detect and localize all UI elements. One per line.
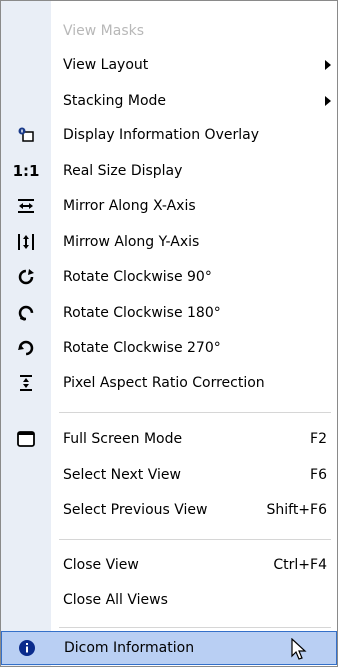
- mirror-x-icon: [1, 188, 51, 224]
- menu-item-label: Select Next View: [63, 467, 181, 483]
- menu-item-label: Rotate Clockwise 90°: [63, 269, 212, 285]
- menu-item-rotate-90[interactable]: Rotate Clockwise 90°: [1, 259, 337, 295]
- context-menu: View Masks View Layout Stacking Mode Dis…: [0, 0, 338, 667]
- menu-item-label: Rotate Clockwise 180°: [63, 305, 221, 321]
- menu-item-full-screen-mode[interactable]: Full Screen Mode F2: [1, 421, 337, 457]
- menu-item-shortcut: Ctrl+F4: [273, 557, 327, 573]
- menu-item-close-all-views[interactable]: Close All Views: [1, 582, 337, 618]
- submenu-arrow-icon: [325, 96, 331, 106]
- menu-separator: [59, 539, 331, 540]
- menu-item-label: Rotate Clockwise 270°: [63, 340, 221, 356]
- full-screen-icon: [1, 421, 51, 457]
- menu-item-dicom-information[interactable]: Dicom Information: [1, 631, 337, 665]
- menu-item-label: Close View: [63, 557, 139, 573]
- menu-item-label: Display Information Overlay: [63, 127, 259, 143]
- aspect-ratio-icon: [1, 365, 51, 401]
- menu-item-display-information-overlay[interactable]: Display Information Overlay: [1, 117, 337, 153]
- menu-item-rotate-180[interactable]: Rotate Clockwise 180°: [1, 295, 337, 331]
- submenu-arrow-icon: [325, 60, 331, 70]
- menu-item-close-view[interactable]: Close View Ctrl+F4: [1, 547, 337, 583]
- menu-item-rotate-270[interactable]: Rotate Clockwise 270°: [1, 330, 337, 366]
- info-icon: [2, 632, 52, 664]
- real-size-icon: 1:1: [12, 162, 40, 180]
- menu-item-label: Dicom Information: [64, 640, 195, 656]
- menu-item-shortcut: Shift+F6: [266, 502, 327, 518]
- menu-item-label: Mirrow Along Y-Axis: [63, 234, 200, 250]
- menu-item-real-size-display[interactable]: 1:1 Real Size Display: [1, 153, 337, 189]
- rotate-180-icon: [1, 295, 51, 331]
- menu-item-stacking-mode[interactable]: Stacking Mode: [1, 83, 337, 119]
- menu-item-mirror-x-axis[interactable]: Mirror Along X-Axis: [1, 188, 337, 224]
- menu-item-select-next-view[interactable]: Select Next View F6: [1, 457, 337, 493]
- rotate-270-icon: [1, 330, 51, 366]
- rotate-90-icon: [1, 259, 51, 295]
- menu-item-label: Real Size Display: [63, 163, 183, 179]
- menu-item-select-previous-view[interactable]: Select Previous View Shift+F6: [1, 492, 337, 528]
- menu-item-label: View Layout: [63, 57, 149, 73]
- menu-item-view-masks: View Masks: [1, 13, 337, 49]
- menu-item-shortcut: F6: [310, 467, 327, 483]
- menu-item-pixel-aspect-ratio[interactable]: Pixel Aspect Ratio Correction: [1, 365, 337, 401]
- mouse-pointer-icon: [291, 637, 307, 666]
- menu-separator: [59, 627, 331, 628]
- menu-item-label: Stacking Mode: [63, 93, 167, 109]
- menu-item-label: Select Previous View: [63, 502, 208, 518]
- menu-item-label: Pixel Aspect Ratio Correction: [63, 375, 265, 391]
- menu-separator: [59, 412, 331, 413]
- menu-item-label: Mirror Along X-Axis: [63, 198, 196, 214]
- mirror-y-icon: [1, 224, 51, 260]
- menu-item-label: Full Screen Mode: [63, 431, 183, 447]
- menu-item-view-layout[interactable]: View Layout: [1, 47, 337, 83]
- menu-item-label: View Masks: [63, 23, 145, 39]
- menu-item-label: Close All Views: [63, 592, 168, 608]
- menu-item-mirror-y-axis[interactable]: Mirrow Along Y-Axis: [1, 224, 337, 260]
- menu-item-shortcut: F2: [310, 431, 327, 447]
- info-overlay-icon: [1, 117, 51, 153]
